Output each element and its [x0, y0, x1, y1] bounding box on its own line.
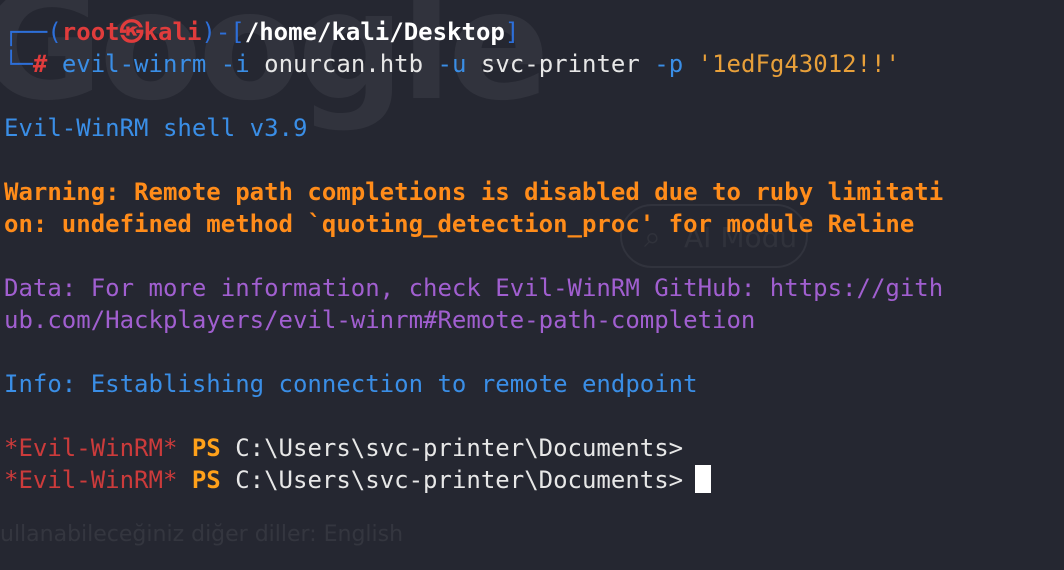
ps-tag: *Evil-WinRM* — [4, 434, 178, 462]
prompt-hash: # — [32, 50, 48, 78]
warning-line-1: Warning: Remote path completions is disa… — [4, 178, 944, 206]
command-program: evil-winrm — [61, 50, 207, 78]
shell-version-line: Evil-WinRM shell v3.9 — [4, 114, 308, 142]
command-password: '1edFg43012!!' — [697, 50, 900, 78]
command-flag-i: -i — [220, 50, 250, 78]
prompt-line-top: ┌──(root㉿kali)-[/home/kali/Desktop] — [4, 16, 519, 48]
info-line: Info: Establishing connection to remote … — [4, 370, 698, 398]
prompt-host: kali — [143, 18, 202, 46]
prompt-frame-open: ┌──( — [4, 18, 62, 46]
prompt-at-symbol: ㉿ — [119, 18, 144, 46]
prompt-frame-bottom: └─ — [4, 50, 33, 78]
ps-label: PS — [191, 466, 221, 494]
data-line-1: Data: For more information, check Evil-W… — [4, 274, 944, 302]
ps-label: PS — [191, 434, 221, 462]
terminal-cursor[interactable] — [695, 465, 712, 493]
warning-line-2: on: undefined method `quoting_detection_… — [4, 210, 915, 238]
background-language-text: ullanabileceğiniz diğer diller: English — [0, 522, 404, 547]
command-user-value: svc-printer — [480, 50, 640, 78]
data-line-2: ub.com/Hackplayers/evil-winrm#Remote-pat… — [4, 306, 756, 334]
ps-tag: *Evil-WinRM* — [4, 466, 178, 494]
command-flag-u: -u — [437, 50, 467, 78]
ps-path: C:\Users\svc-printer\Documents> — [235, 434, 684, 462]
prompt-frame-close: ] — [504, 18, 520, 46]
command-host-value: onurcan.htb — [264, 50, 424, 78]
terminal-window[interactable]: Google ⌕ AI Modu ullanabileceğiniz diğer … — [0, 0, 1064, 570]
prompt-cwd: /home/kali/Desktop — [244, 18, 505, 46]
command-line: └─# evil-winrm -i onurcan.htb -u svc-pri… — [4, 48, 900, 80]
ps-path: C:\Users\svc-printer\Documents> — [235, 466, 684, 494]
ps-prompt-line-1: *Evil-WinRM* PS C:\Users\svc-printer\Doc… — [4, 432, 683, 464]
prompt-separator: )-[ — [201, 18, 245, 46]
prompt-user: root — [61, 18, 120, 46]
command-flag-p: -p — [654, 50, 684, 78]
ps-prompt-line-2: *Evil-WinRM* PS C:\Users\svc-printer\Doc… — [4, 464, 712, 496]
